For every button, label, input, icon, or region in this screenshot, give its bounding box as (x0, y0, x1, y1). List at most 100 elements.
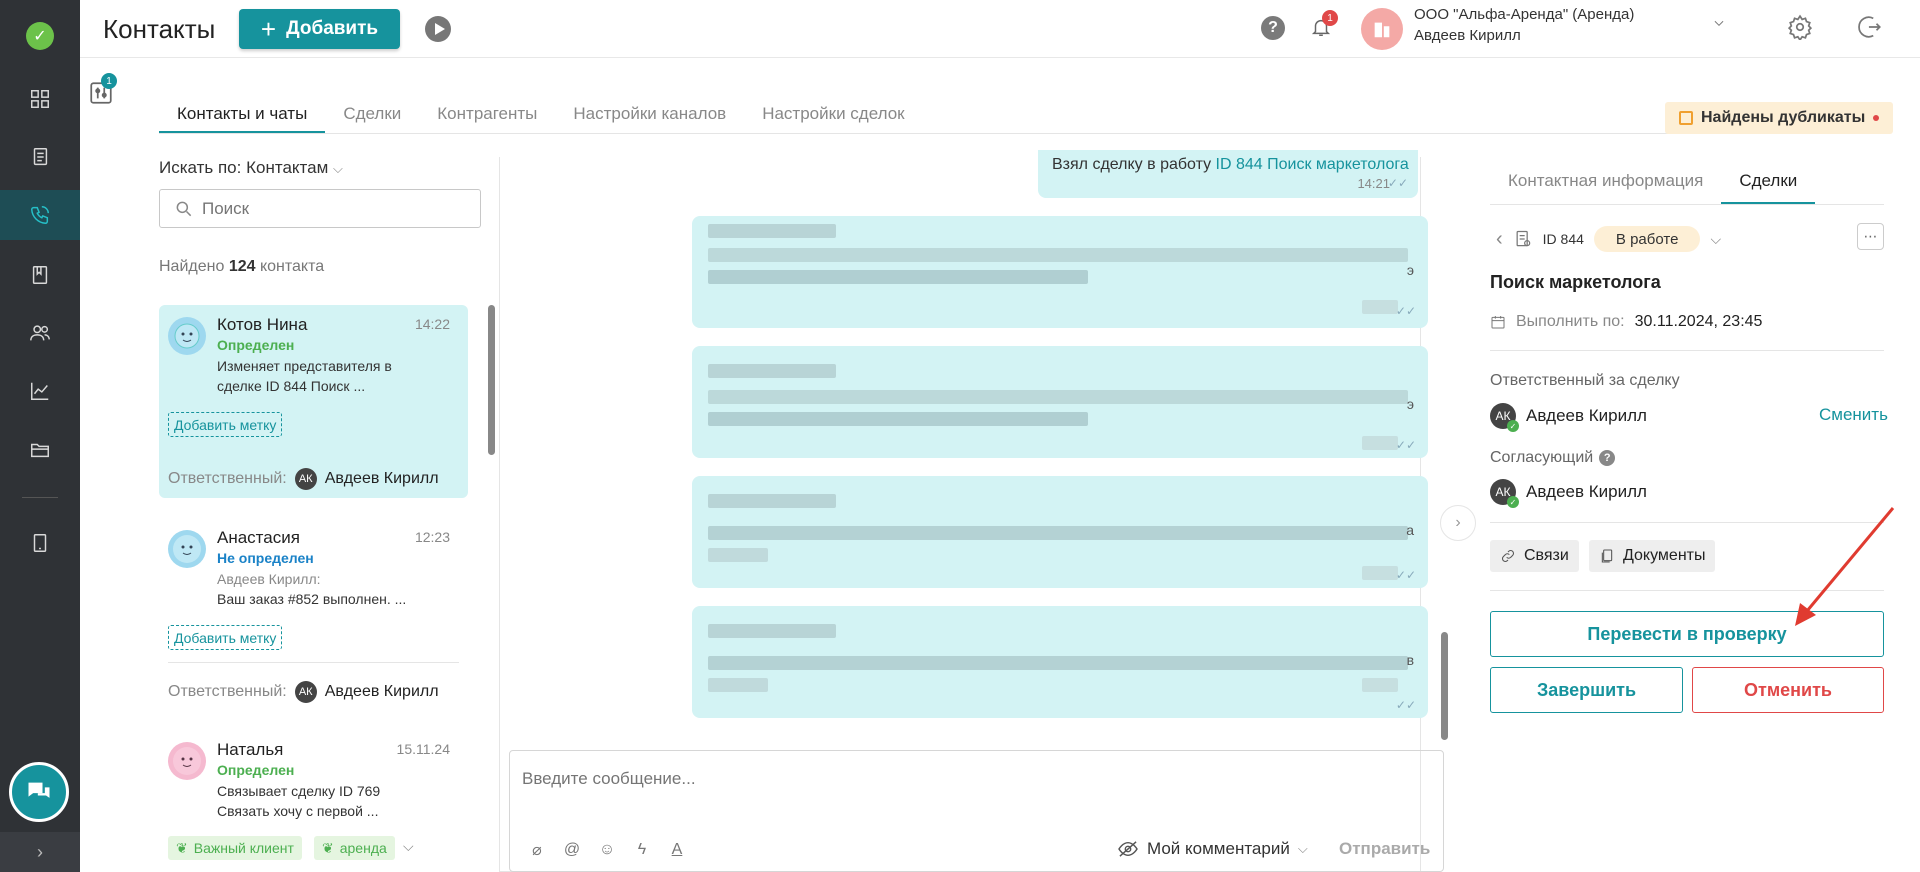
tab-contact-info[interactable]: Контактная информация (1490, 167, 1721, 204)
chat-fab-button[interactable] (9, 762, 69, 822)
chevron-down-icon[interactable]: ⌵ (403, 838, 414, 855)
chevron-right-icon: › (37, 841, 43, 862)
tab-deals[interactable]: Сделки (1721, 167, 1816, 204)
org-avatar[interactable] (1361, 8, 1403, 50)
chevron-left-icon[interactable]: ‹ (1496, 228, 1503, 251)
emoji-icon[interactable]: ☺ (598, 841, 616, 859)
double-check-icon: ✓✓ (1395, 438, 1416, 452)
send-button[interactable]: Отправить (1339, 839, 1430, 859)
text-format-icon[interactable]: A (668, 841, 686, 859)
tab-channel-settings[interactable]: Настройки каналов (555, 100, 744, 133)
message-text: Связать хочу с первой ... (217, 803, 379, 819)
page-title: Контакты (103, 14, 216, 44)
composer-tools: ⌀ @ ☺ ϟ A (528, 841, 686, 859)
tab-deals[interactable]: Сделки (325, 100, 419, 133)
contact-name: Анастасия (217, 528, 300, 547)
tab-contacts-chats[interactable]: Контакты и чаты (159, 100, 326, 133)
message-bubble: э ✓✓ (692, 346, 1428, 458)
complete-button[interactable]: Завершить (1490, 667, 1683, 713)
help-icon[interactable]: ? (1261, 16, 1285, 40)
found-suffix: контакта (259, 258, 325, 275)
change-responsible-link[interactable]: Сменить (1819, 405, 1888, 425)
divider (1490, 522, 1884, 523)
contact-avatar (168, 742, 206, 780)
deal-title: Поиск маркетолога (1490, 272, 1661, 292)
app-logo-icon[interactable]: ✓ (26, 22, 54, 50)
message-body: Взял сделку в работу (1052, 156, 1212, 173)
question-icon[interactable]: ? (1599, 450, 1616, 466)
add-tag-button[interactable]: Добавить метку (168, 625, 283, 650)
org-name[interactable]: ООО "Альфа-Аренда" (Аренда) (1414, 6, 1634, 23)
send-to-review-button[interactable]: Перевести в проверку (1490, 611, 1884, 657)
found-count: Найдено 124 контакта (159, 258, 324, 276)
search-by-dropdown[interactable]: Искать по: Контактам ⌵ (159, 158, 343, 178)
eye-off-icon (1118, 841, 1138, 857)
users-icon[interactable] (0, 308, 80, 358)
analytics-icon[interactable] (0, 366, 80, 416)
message-author: Авдеев Кирилл: (217, 571, 321, 587)
documents-icon[interactable] (0, 132, 80, 182)
documents-button[interactable]: Документы (1589, 540, 1716, 572)
leaf-icon: ❦ (322, 839, 334, 856)
chevron-down-icon: ⌵ (333, 161, 343, 176)
add-tag-button[interactable]: Добавить метку (168, 412, 283, 437)
message-tail-text: а (1406, 522, 1414, 538)
contacts-scrollbar[interactable] (488, 305, 495, 455)
deal-due-date: Выполнить по: 30.11.2024, 23:45 (1490, 313, 1762, 331)
contacts-phone-icon[interactable] (0, 190, 80, 240)
contact-card[interactable]: Анастасия 12:23 Не определен Авдеев Кири… (159, 518, 468, 711)
contact-card[interactable]: Наталья 15.11.24 Определен Связывает сде… (159, 730, 468, 872)
comment-mode-dropdown[interactable]: Мой комментарий ⌵ (1117, 839, 1308, 859)
tab-counterparties[interactable]: Контрагенты (419, 100, 555, 133)
logout-icon[interactable] (1857, 14, 1883, 40)
at-sign-icon[interactable]: @ (563, 841, 581, 859)
book-icon[interactable] (0, 250, 80, 300)
notification-badge: 1 (1322, 10, 1338, 26)
play-icon[interactable] (425, 16, 451, 42)
message-input[interactable] (522, 769, 1422, 799)
paperclip-icon[interactable]: ⌀ (528, 841, 546, 859)
add-button[interactable]: + Добавить (239, 9, 400, 49)
chevron-down-icon[interactable] (1712, 16, 1726, 30)
more-dots-icon: ⋯ (1863, 228, 1878, 244)
cancel-button[interactable]: Отменить (1692, 667, 1884, 713)
tablet-icon[interactable] (0, 518, 80, 568)
avatar: АК (294, 681, 317, 703)
collapse-panel-button[interactable]: › (1440, 505, 1476, 541)
contact-avatar (168, 317, 206, 355)
divider (1490, 590, 1884, 591)
deal-state-badge[interactable]: В работе (1593, 226, 1701, 252)
duplicates-badge[interactable]: Найдены дубликаты (1665, 102, 1894, 134)
expand-nav-button[interactable]: › (0, 832, 80, 872)
found-prefix: Найдено (159, 258, 225, 275)
contact-last-message: Изменяет представителя в сделке ID 844 П… (217, 358, 392, 394)
search-input[interactable] (202, 198, 452, 219)
folder-icon[interactable] (0, 425, 80, 475)
contact-responsible: Ответственный: АК Авдеев Кирилл (168, 468, 439, 490)
chevron-down-icon[interactable]: ⌵ (1710, 231, 1721, 248)
links-button[interactable]: Связи (1490, 540, 1579, 572)
lightning-icon[interactable]: ϟ (633, 841, 651, 859)
chat-scrollbar[interactable] (1441, 632, 1448, 740)
responsible-name: Авдеев Кирилл (324, 470, 439, 487)
contact-card[interactable]: Котов Нина 14:22 Определен Изменяет пред… (159, 305, 468, 498)
contact-last-message: Авдеев Кирилл: Ваш заказ #852 выполнен. … (217, 569, 437, 609)
tag-chip[interactable]: ❦ Важный клиент (168, 836, 302, 860)
link-icon (1501, 549, 1515, 563)
org-user-name[interactable]: Авдеев Кирилл (1414, 27, 1521, 44)
tag-chip[interactable]: ❦ аренда (314, 836, 395, 860)
contact-status: Не определен (217, 550, 314, 566)
filter-badge: 1 (101, 73, 117, 89)
due-value: 30.11.2024, 23:45 (1634, 313, 1763, 330)
more-options-button[interactable]: ⋯ (1857, 223, 1884, 250)
gear-icon[interactable] (1787, 14, 1813, 42)
deal-link[interactable]: ID 844 Поиск маркетолога (1216, 156, 1409, 173)
message-bubble: а ✓✓ (692, 476, 1428, 588)
avatar: АК (294, 468, 317, 490)
document-copy-icon (1601, 549, 1613, 563)
message-time: 14:21 (1357, 176, 1390, 191)
dashboard-icon[interactable] (0, 74, 80, 124)
nav-divider (22, 497, 58, 498)
tab-deal-settings[interactable]: Настройки сделок (744, 100, 922, 133)
contact-last-message: Связывает сделку ID 769 Связать хочу с п… (217, 781, 437, 821)
